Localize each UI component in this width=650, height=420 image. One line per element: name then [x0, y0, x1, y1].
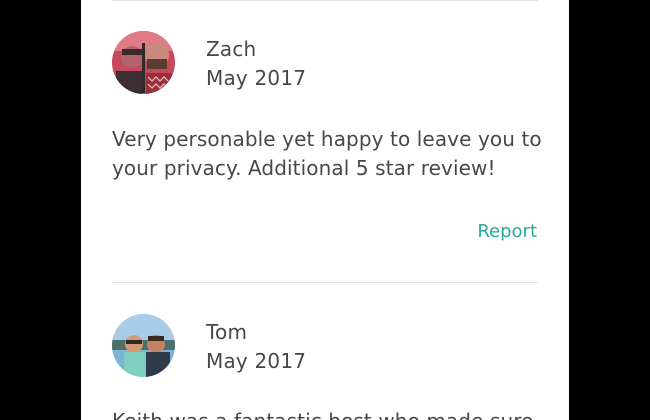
reviewer-name: Tom — [206, 320, 248, 344]
review-date: May 2017 — [206, 349, 307, 373]
review-text: Keith was a fantastic host who made sure — [112, 407, 542, 420]
reviewer-avatar[interactable] — [112, 314, 175, 377]
reviews-panel: Zach May 2017 Very personable yet happy … — [81, 0, 569, 420]
review-text: Very personable yet happy to leave you t… — [112, 127, 542, 180]
report-link[interactable]: Report — [477, 221, 537, 242]
review-divider — [112, 282, 538, 283]
reviewer-name: Zach — [206, 37, 257, 61]
review-date: May 2017 — [206, 66, 307, 90]
reviewer-avatar[interactable] — [112, 31, 175, 94]
top-divider — [112, 0, 538, 1]
